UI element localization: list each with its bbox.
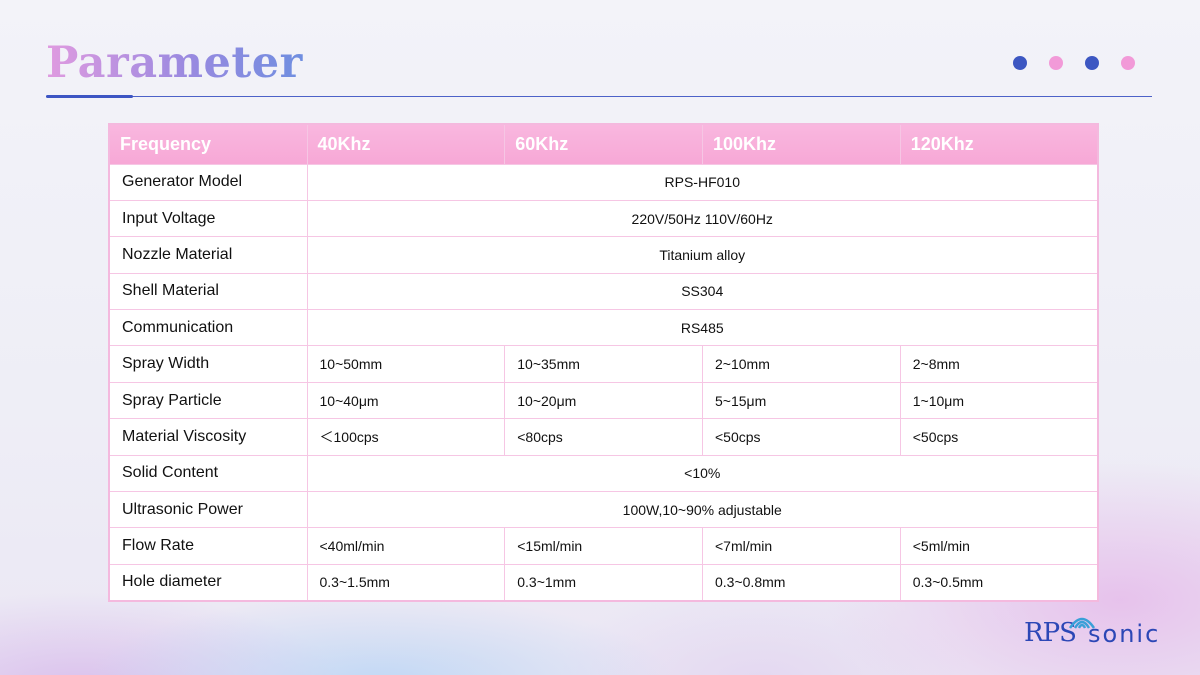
page-title: Parameter: [46, 38, 303, 88]
row-value: 2~8mm: [899, 345, 1099, 383]
table-row: Nozzle Material Titanium alloy: [108, 236, 1099, 274]
table-row: Ultrasonic Power 100W,10~90% adjustable: [108, 491, 1099, 529]
row-label: Solid Content: [108, 454, 308, 493]
row-label: Flow Rate: [108, 527, 308, 565]
row-value: 0.3~0.8mm: [702, 563, 901, 602]
row-value: 0.3~1mm: [504, 563, 703, 602]
row-value: 10~50mm: [306, 345, 506, 383]
table-row: Input Voltage 220V/50Hz 110V/60Hz: [108, 199, 1099, 238]
row-value: 2~10mm: [702, 345, 901, 383]
row-value: 0.3~1.5mm: [306, 563, 506, 602]
header-100khz: 100Khz: [702, 123, 901, 165]
row-value: Titanium alloy: [306, 236, 1099, 274]
row-value: 0.3~0.5mm: [899, 563, 1099, 602]
row-value: <80cps: [504, 418, 703, 456]
decorative-dots: [1013, 56, 1135, 70]
table-row: Solid Content <10%: [108, 454, 1099, 493]
row-label: Shell Material: [108, 272, 308, 311]
row-value: RS485: [306, 309, 1099, 347]
header-120khz: 120Khz: [899, 123, 1099, 165]
table-row: Flow Rate <40ml/min <15ml/min <7ml/min <5ml/…: [108, 527, 1099, 565]
table-row: Hole diameter 0.3~1.5mm 0.3~1mm 0.3~0.8mm 0.…: [108, 563, 1099, 602]
dot-icon: [1049, 56, 1063, 70]
table-row: Shell Material SS304: [108, 272, 1099, 311]
dot-icon: [1121, 56, 1135, 70]
table-row: Material Viscosity ＜100cps <80cps <50cps <50…: [108, 418, 1099, 456]
row-value: 100W,10~90% adjustable: [306, 491, 1099, 529]
table-row: Generator Model RPS-HF010: [108, 163, 1099, 201]
row-value: <40ml/min: [306, 527, 506, 565]
header-40khz: 40Khz: [306, 123, 506, 165]
row-value: 10~35mm: [504, 345, 703, 383]
row-value: 5~15μm: [702, 381, 901, 420]
row-value: <15ml/min: [504, 527, 703, 565]
row-value: ＜100cps: [306, 418, 506, 456]
row-value: RPS-HF010: [306, 163, 1099, 201]
parameter-table: Frequency 40Khz 60Khz 100Khz 120Khz Gene…: [108, 123, 1099, 602]
row-value: <10%: [306, 454, 1099, 493]
row-label: Input Voltage: [108, 199, 308, 238]
dot-icon: [1085, 56, 1099, 70]
row-label: Nozzle Material: [108, 236, 308, 274]
row-label: Spray Particle: [108, 381, 308, 420]
header-60khz: 60Khz: [504, 123, 703, 165]
row-value: 220V/50Hz 110V/60Hz: [306, 199, 1099, 238]
row-value: <50cps: [899, 418, 1099, 456]
row-value: 10~20μm: [504, 381, 703, 420]
table-row: Spray Particle 10~40μm 10~20μm 5~15μm 1~10μm: [108, 381, 1099, 420]
row-label: Generator Model: [108, 163, 308, 201]
table-row: Spray Width 10~50mm 10~35mm 2~10mm 2~8mm: [108, 345, 1099, 383]
row-value: 10~40μm: [306, 381, 506, 420]
dot-icon: [1013, 56, 1027, 70]
table-row: Communication RS485: [108, 309, 1099, 347]
row-label: Spray Width: [108, 345, 308, 383]
logo-sonic-text: sonic: [1088, 620, 1161, 648]
header-frequency: Frequency: [108, 123, 308, 165]
table-body: Generator Model RPS-HF010 Input Voltage 220…: [108, 163, 1099, 602]
row-value: <5ml/min: [899, 527, 1099, 565]
title-divider-accent: [46, 95, 133, 98]
row-value: SS304: [306, 272, 1099, 311]
title-divider: [46, 96, 1152, 97]
table-header-row: Frequency 40Khz 60Khz 100Khz 120Khz: [108, 123, 1099, 165]
row-label: Communication: [108, 309, 308, 347]
row-value: 1~10μm: [899, 381, 1099, 420]
row-value: <7ml/min: [702, 527, 901, 565]
row-label: Material Viscosity: [108, 418, 308, 456]
row-label: Ultrasonic Power: [108, 491, 308, 529]
brand-logo: RPS sonic: [1024, 608, 1164, 652]
row-value: <50cps: [702, 418, 901, 456]
row-label: Hole diameter: [108, 563, 308, 602]
